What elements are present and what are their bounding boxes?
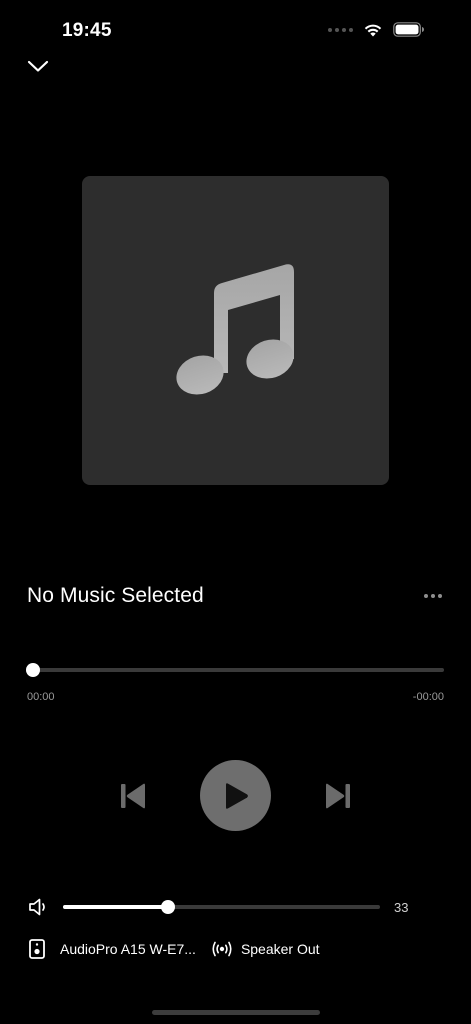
output-name: Speaker Out	[240, 941, 320, 957]
elapsed-time: 00:00	[27, 691, 55, 703]
progress-thumb[interactable]	[26, 663, 40, 677]
wifi-icon	[364, 24, 382, 37]
next-button[interactable]	[324, 782, 352, 810]
status-icons	[328, 22, 425, 37]
more-icon	[424, 594, 428, 598]
collapse-button[interactable]	[24, 54, 52, 78]
home-indicator[interactable]	[152, 1010, 320, 1015]
progress-track[interactable]	[33, 668, 444, 672]
album-artwork	[82, 176, 389, 485]
broadcast-icon	[212, 941, 232, 957]
status-bar: 19:45	[0, 0, 471, 60]
cellular-signal-icon	[328, 27, 353, 32]
volume-value: 33	[394, 900, 409, 915]
play-button[interactable]	[200, 760, 271, 831]
music-note-icon	[175, 263, 294, 395]
volume-track[interactable]	[63, 905, 380, 909]
previous-icon	[121, 783, 145, 809]
battery-icon	[393, 22, 424, 37]
status-time: 19:45	[62, 20, 112, 41]
volume-icon[interactable]	[28, 897, 50, 917]
play-icon	[225, 782, 248, 809]
track-title: No Music Selected	[27, 584, 204, 607]
next-icon	[326, 783, 350, 809]
volume-fill	[63, 905, 168, 909]
remaining-time: -00:00	[412, 691, 444, 703]
playback-controls	[0, 760, 471, 832]
device-row[interactable]: AudioPro A15 W-E7... Speaker Out	[28, 938, 320, 960]
device-name: AudioPro A15 W-E7...	[60, 941, 196, 957]
previous-button[interactable]	[119, 782, 147, 810]
volume-thumb[interactable]	[161, 900, 175, 914]
more-options-button[interactable]	[421, 586, 445, 606]
chevron-down-icon	[27, 60, 49, 72]
speaker-device-icon	[29, 939, 45, 959]
